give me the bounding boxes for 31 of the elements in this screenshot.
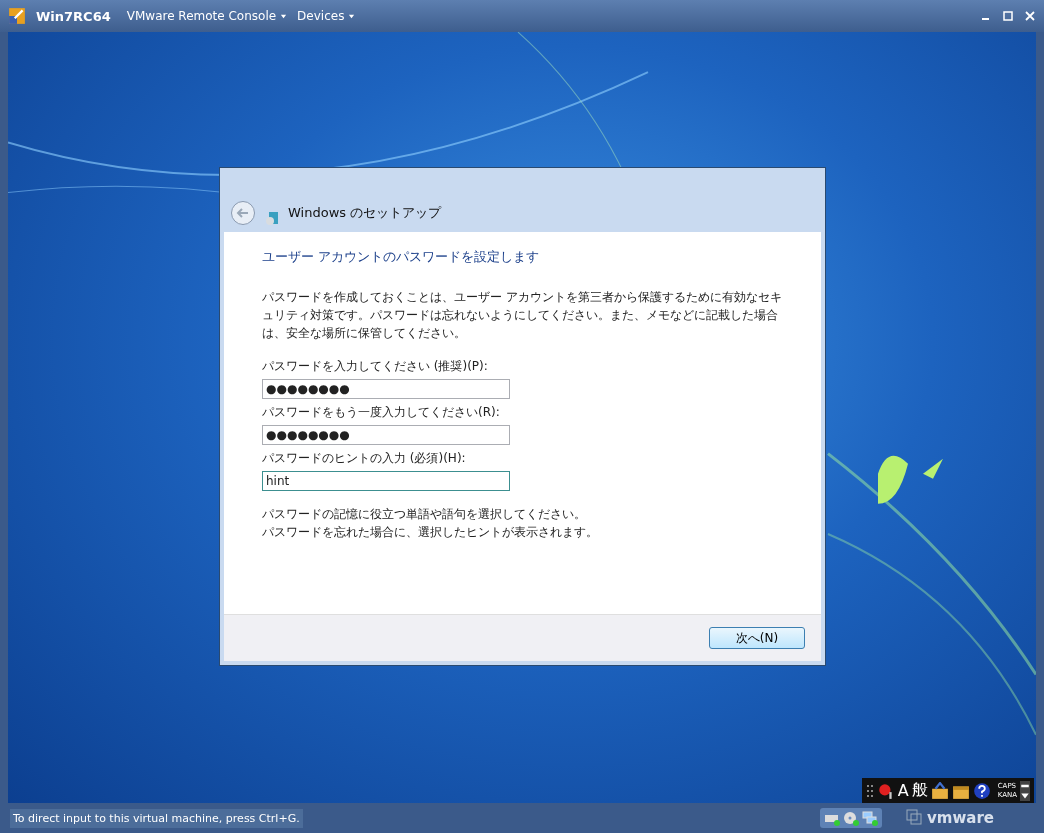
toolbox-icon[interactable] (930, 781, 949, 800)
close-icon[interactable] (1024, 10, 1036, 22)
grip-icon[interactable] (865, 782, 874, 799)
input-field[interactable]: ●●●●●●●● (262, 379, 510, 399)
menu-item[interactable]: Devices (297, 9, 345, 23)
field-label: パスワードをもう一度入力してください(R): (262, 404, 501, 421)
help-icon[interactable] (972, 781, 991, 800)
ime-mode-text[interactable]: 般 (911, 780, 928, 801)
dialog-title: Windows のセットアップ (288, 204, 442, 222)
network-icon[interactable] (862, 810, 879, 826)
hint-note-text: パスワードの記憶に役立つ単語や語句を選択してください。 (262, 506, 587, 523)
pin-icon[interactable] (876, 781, 895, 800)
input-mode-text[interactable]: A (897, 781, 909, 800)
field-label: パスワードのヒントの入力 (必須)(H): (262, 450, 467, 467)
setup-icon (264, 210, 280, 226)
hint-note-text: パスワードを忘れた場合に、選択したヒントが表示されます。 (262, 524, 599, 541)
vmware-logo: vmware (906, 809, 994, 827)
description-text: パスワードを作成しておくことは、ユーザー アカウントを第三者から保護するために有効なセキュリティ対策です。パスワードは忘れないようにしてください。また、メモなどに記載した場合は、安全な場所に保管してください。 (262, 289, 783, 342)
page-heading: ユーザー アカウントのパスワードを設定します (262, 248, 541, 266)
app-icon (8, 7, 26, 25)
maximize-icon[interactable] (1002, 10, 1014, 22)
field-label: パスワードを入力してください (推奨)(P): (262, 358, 489, 375)
input-field[interactable]: hint (262, 471, 510, 491)
status-message: To direct input to this virtual machine, press Ctrl+G. (10, 808, 303, 828)
menu-item[interactable]: VMware Remote Console (126, 9, 277, 23)
next-button[interactable]: 次へ(N) (709, 627, 805, 649)
caret-icon[interactable] (348, 12, 356, 20)
input-field[interactable]: ●●●●●●●● (262, 425, 510, 445)
caret-icon[interactable] (280, 12, 288, 20)
cd-icon[interactable] (843, 810, 860, 826)
window-title: Win7RC64 (36, 8, 111, 24)
